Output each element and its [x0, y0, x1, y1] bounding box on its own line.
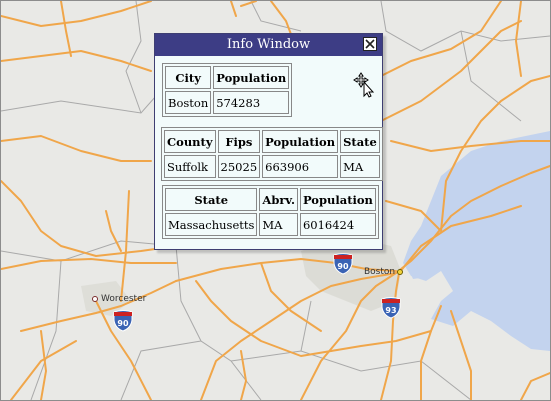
place-label-worcester[interactable]: Worcester [101, 294, 146, 304]
shield-number: 93 [385, 306, 396, 315]
table-row: Massachusetts MA 6016424 [165, 213, 376, 236]
interstate-93-shield: 93 [381, 297, 401, 319]
table-cell: 574283 [213, 91, 290, 114]
column-header: Population [262, 130, 339, 153]
interstate-90-shield-east: 90 [333, 253, 353, 275]
table-header-row: City Population [165, 66, 290, 89]
interstate-90-shield-west: 90 [113, 310, 133, 332]
column-header: Population [213, 66, 290, 89]
column-header: County [164, 130, 216, 153]
table-cell: Boston [165, 91, 212, 114]
place-label-boston[interactable]: Boston [364, 267, 395, 277]
shield-number: 90 [117, 319, 129, 328]
table-cell: MA [259, 213, 298, 236]
ocean [403, 131, 550, 351]
boston-marker[interactable] [397, 269, 403, 275]
table-row: Boston 574283 [165, 91, 290, 114]
column-header: State [165, 188, 258, 211]
table-cell: MA [340, 155, 380, 178]
info-window: Info Window City Population Boston 57428… [154, 33, 383, 250]
column-header: Fips [217, 130, 261, 153]
table-header-row: County Fips Population State [164, 130, 380, 153]
city-table: City Population Boston 574283 [162, 63, 293, 117]
worcester-marker[interactable] [92, 296, 98, 302]
info-window-title: Info Window [226, 37, 311, 52]
table-cell: 25025 [217, 155, 261, 178]
table-cell: 6016424 [299, 213, 376, 236]
table-header-row: State Abrv. Population [165, 188, 376, 211]
table-cell: Massachusetts [165, 213, 258, 236]
table-cell: 663906 [262, 155, 339, 178]
state-table: State Abrv. Population Massachusetts MA … [162, 185, 379, 239]
column-header: Abrv. [259, 188, 298, 211]
move-cursor-icon [353, 72, 375, 98]
county-table: County Fips Population State Suffolk 250… [161, 127, 383, 181]
close-icon [365, 39, 375, 49]
shield-number: 90 [337, 262, 349, 271]
info-window-titlebar[interactable]: Info Window [155, 34, 382, 56]
table-row: Suffolk 25025 663906 MA [164, 155, 380, 178]
column-header: City [165, 66, 212, 89]
close-button[interactable] [363, 37, 377, 51]
column-header: State [340, 130, 380, 153]
table-cell: Suffolk [164, 155, 216, 178]
column-header: Population [299, 188, 376, 211]
